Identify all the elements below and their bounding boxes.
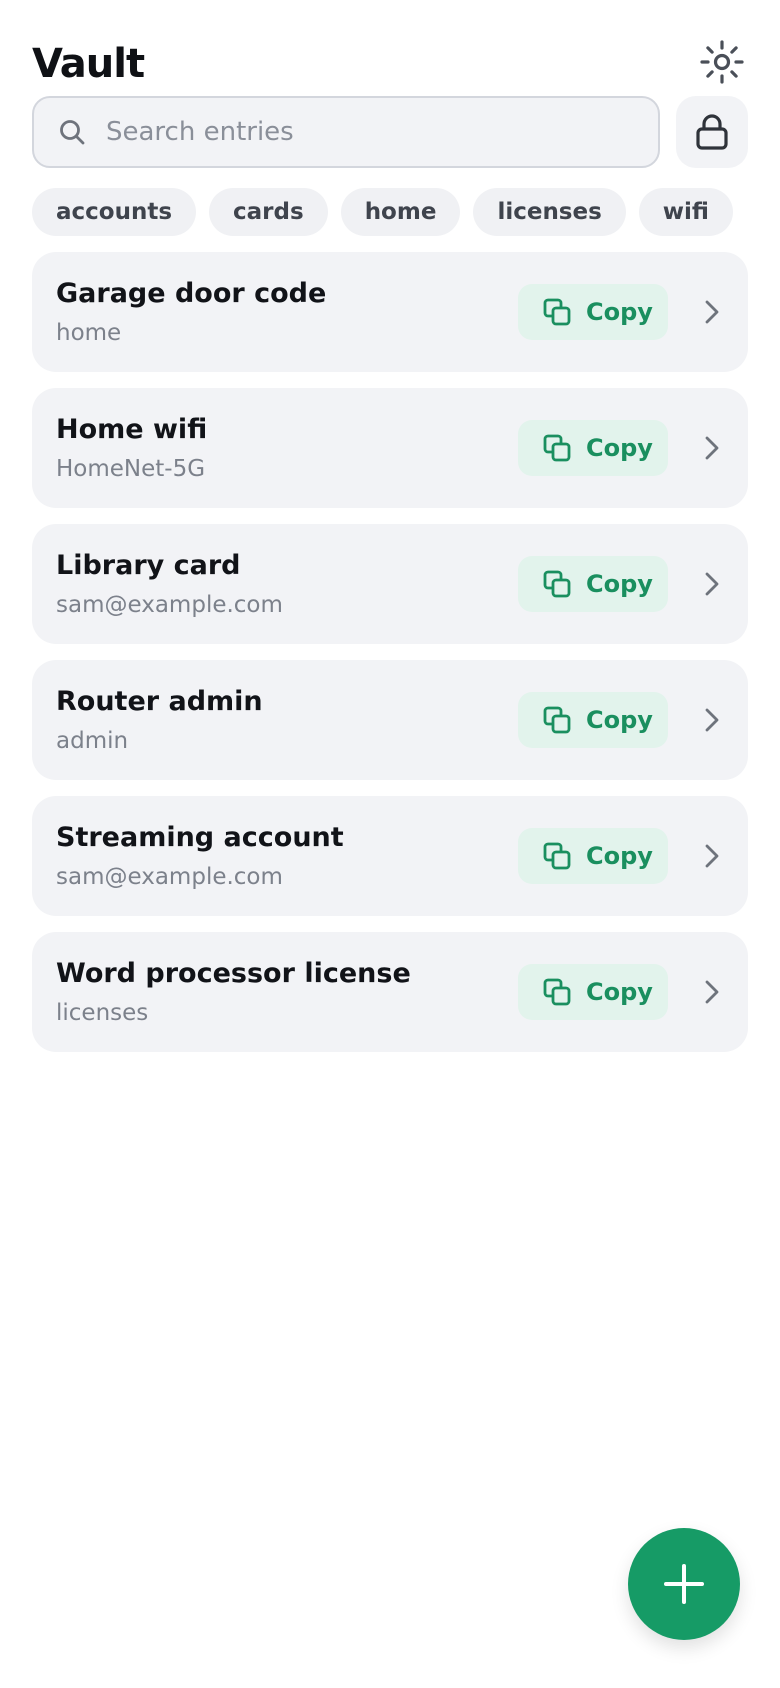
copy-label: Copy <box>586 842 653 870</box>
chip-licenses[interactable]: licenses <box>473 188 626 236</box>
copy-button[interactable]: Copy <box>518 828 668 884</box>
add-entry-button[interactable] <box>628 1528 740 1640</box>
sun-icon <box>700 40 744 84</box>
copy-button[interactable]: Copy <box>518 692 668 748</box>
chevron-right-icon <box>696 297 726 327</box>
list-item[interactable]: Library card sam@example.com Copy <box>32 524 748 644</box>
chip-accounts[interactable]: accounts <box>32 188 197 236</box>
copy-icon <box>542 433 572 463</box>
entry-name: Home wifi <box>56 414 208 445</box>
lock-button[interactable] <box>676 96 748 168</box>
copy-button[interactable]: Copy <box>518 284 668 340</box>
copy-label: Copy <box>586 706 653 734</box>
list-item[interactable]: Garage door code home Copy <box>32 252 748 372</box>
chip-cards[interactable]: cards <box>209 188 328 236</box>
list-item[interactable]: Streaming account sam@example.com Copy <box>32 796 748 916</box>
entry-name: Library card <box>56 550 241 581</box>
category-chips: accounts cards home licenses wifi <box>32 188 733 236</box>
search-input[interactable] <box>106 98 658 166</box>
copy-button[interactable]: Copy <box>518 556 668 612</box>
header: Vault <box>32 36 748 92</box>
copy-label: Copy <box>586 570 653 598</box>
search-box[interactable] <box>32 96 660 168</box>
page-title: Vault <box>32 41 145 87</box>
copy-button[interactable]: Copy <box>518 420 668 476</box>
chevron-right-icon <box>696 569 726 599</box>
copy-icon <box>542 297 572 327</box>
entry-subtitle: HomeNet-5G <box>56 456 206 482</box>
entry-name: Router admin <box>56 686 263 717</box>
entry-name: Garage door code <box>56 278 327 309</box>
entry-list: Garage door code home Copy Home wifi Hom… <box>32 252 748 1068</box>
copy-icon <box>542 977 572 1007</box>
copy-icon <box>542 841 572 871</box>
search-row <box>32 96 748 172</box>
entry-subtitle: sam@example.com <box>56 592 283 618</box>
copy-label: Copy <box>586 434 653 462</box>
list-item[interactable]: Home wifi HomeNet-5G Copy <box>32 388 748 508</box>
search-icon <box>58 118 86 146</box>
plus-icon <box>664 1564 704 1604</box>
chip-home[interactable]: home <box>340 188 461 236</box>
copy-icon <box>542 705 572 735</box>
chevron-right-icon <box>696 977 726 1007</box>
entry-subtitle: licenses <box>56 1000 149 1026</box>
vault-screen: Vault Search entries accounts cards home… <box>0 0 780 1688</box>
copy-icon <box>542 569 572 599</box>
chip-wifi[interactable]: wifi <box>638 188 733 236</box>
theme-toggle-button[interactable] <box>696 36 748 88</box>
entry-subtitle: home <box>56 320 122 346</box>
copy-label: Copy <box>586 978 653 1006</box>
entry-subtitle: admin <box>56 728 129 754</box>
list-item[interactable]: Word processor license licenses Copy <box>32 932 748 1052</box>
copy-label: Copy <box>586 298 653 326</box>
list-item[interactable]: Router admin admin Copy <box>32 660 748 780</box>
entry-name: Word processor license <box>56 958 411 989</box>
copy-button[interactable]: Copy <box>518 964 668 1020</box>
entry-name: Streaming account <box>56 822 344 853</box>
chevron-right-icon <box>696 433 726 463</box>
chevron-right-icon <box>696 841 726 871</box>
chevron-right-icon <box>696 705 726 735</box>
entry-subtitle: sam@example.com <box>56 864 283 890</box>
lock-icon <box>696 114 728 150</box>
